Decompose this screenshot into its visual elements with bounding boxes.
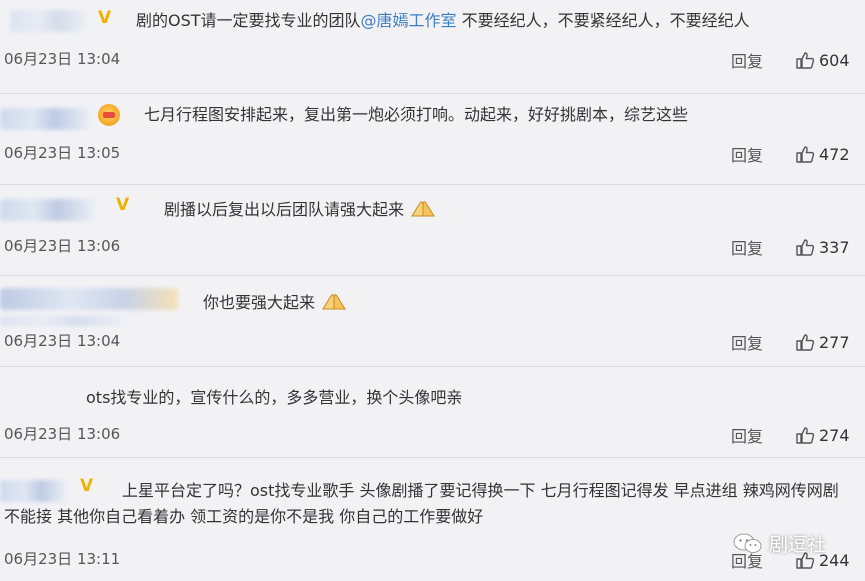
like-count: 604 [819, 50, 850, 70]
like-button[interactable]: 472 [795, 144, 850, 164]
thumbs-up-icon [796, 52, 815, 69]
watermark: 剧逗社 [733, 530, 826, 557]
like-count: 277 [819, 332, 850, 352]
comment-text: 你也要强大起来 [203, 290, 348, 316]
thumbs-up-icon [796, 239, 815, 256]
thumbs-up-icon [796, 427, 815, 444]
thumbs-up-icon [796, 334, 815, 351]
comment-item: V 上星平台定了吗？ost找专业歌手 头像剧播了要记得换一下 七月行程图记得发 … [0, 458, 865, 581]
reply-button[interactable]: 回复 [731, 48, 763, 72]
like-count: 337 [819, 237, 850, 257]
crown-icon [98, 104, 120, 126]
avatar[interactable] [0, 108, 92, 130]
praying-hands-icon [411, 201, 436, 217]
avatar-second-line [0, 316, 130, 326]
comment-time: 06月23日 13:05 [4, 144, 121, 162]
praying-hands-icon [322, 294, 347, 310]
comment-item: ots找专业的，宣传什么的，多多营业，换个头像吧亲 06月23日 13:06 回… [0, 367, 865, 458]
comment-item: 你也要强大起来 06月23日 13:04 回复 277 [0, 276, 865, 367]
comment-text: 上星平台定了吗？ost找专业歌手 头像剧播了要记得换一下 七月行程图记得发 早点… [4, 481, 839, 526]
like-button[interactable]: 337 [795, 237, 850, 257]
like-count: 472 [819, 144, 850, 164]
reply-button[interactable]: 回复 [731, 330, 763, 354]
comment-time: 06月23日 13:11 [4, 550, 121, 568]
comment-time: 06月23日 13:06 [4, 237, 121, 255]
thumbs-up-icon [796, 146, 815, 163]
comment-text: 剧播以后复出以后团队请强大起来 [164, 197, 437, 223]
like-count: 274 [819, 425, 850, 445]
like-button[interactable]: 274 [795, 425, 850, 445]
watermark-text: 剧逗社 [769, 534, 827, 556]
reply-button[interactable]: 回复 [731, 423, 763, 447]
comment-item: V 剧的OST请一定要找专业的团队@唐嫣工作室 不要经纪人，不要紧经纪人，不要经… [0, 0, 865, 94]
comment-text: ots找专业的，宣传什么的，多多营业，换个头像吧亲 [86, 388, 463, 407]
avatar[interactable] [0, 288, 178, 310]
comment-time: 06月23日 13:04 [4, 50, 121, 68]
like-button[interactable]: 277 [795, 332, 850, 352]
reply-button[interactable]: 回复 [731, 235, 763, 259]
comment-text: 剧的OST请一定要找专业的团队@唐嫣工作室 不要经纪人，不要紧经纪人，不要经纪人 [136, 11, 750, 30]
like-button[interactable]: 604 [795, 50, 850, 70]
mention-link[interactable]: @唐嫣工作室 [361, 11, 457, 30]
wechat-icon [733, 533, 762, 553]
comment-item: V 剧播以后复出以后团队请强大起来 06月23日 13:06 回复 337 [0, 185, 865, 276]
comment-time: 06月23日 13:04 [4, 332, 121, 350]
comment-text: 七月行程图安排起来，复出第一炮必须打响。动起来，好好挑剧本，综艺这些 [144, 105, 689, 124]
avatar[interactable] [0, 199, 96, 221]
reply-button[interactable]: 回复 [731, 142, 763, 166]
avatar[interactable] [10, 10, 90, 32]
comment-time: 06月23日 13:06 [4, 425, 121, 443]
verified-badge-icon: V [98, 8, 112, 28]
verified-badge-icon: V [116, 195, 130, 215]
comment-item: 七月行程图安排起来，复出第一炮必须打响。动起来，好好挑剧本，综艺这些 06月23… [0, 94, 865, 185]
